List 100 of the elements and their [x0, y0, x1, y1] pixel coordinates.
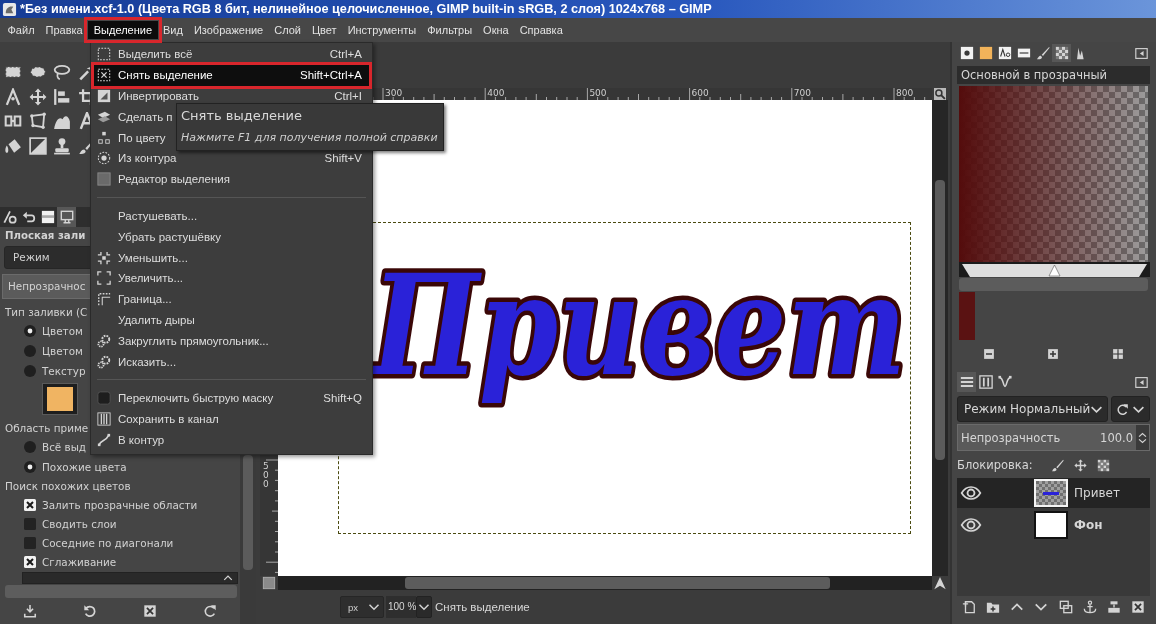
color-swatch-icon[interactable] — [959, 292, 975, 340]
scrollbar-thumb[interactable] — [243, 455, 253, 570]
corner-icon — [97, 292, 111, 307]
configure-icon[interactable] — [1135, 375, 1148, 389]
pattern-button[interactable] — [42, 383, 78, 415]
gradient-stops[interactable] — [959, 262, 1150, 277]
undo-icon — [21, 210, 36, 224]
bucket-fill-icon[interactable] — [4, 136, 22, 155]
zoom-dropdown[interactable] — [416, 596, 432, 618]
paintbrush-icon[interactable] — [1050, 458, 1064, 472]
save-icon[interactable] — [23, 604, 37, 618]
scrollbar-thumb[interactable] — [405, 577, 830, 589]
menu-bar-item[interactable]: Правка — [40, 21, 89, 39]
menu-bar-item[interactable]: Слой — [268, 21, 307, 39]
menu-item[interactable]: Редактор выделения — [93, 168, 238, 190]
menu-bar-item[interactable]: Файл — [2, 21, 41, 39]
reset-icon[interactable] — [83, 604, 97, 618]
corners-icon — [97, 271, 111, 286]
menu-bar-item[interactable]: Инструменты — [342, 21, 422, 39]
stamp-icon[interactable] — [53, 136, 71, 155]
radio-button[interactable] — [24, 325, 36, 337]
zoom-field[interactable]: 100 % — [386, 596, 416, 618]
radio-button[interactable] — [24, 461, 36, 473]
option-label: Текстур — [42, 365, 86, 377]
opacity-field[interactable]: Непрозрачность 100.0 — [957, 424, 1150, 451]
new-group-icon[interactable] — [986, 600, 1001, 614]
quick-mask-icon[interactable] — [262, 576, 276, 590]
duplicate-icon[interactable] — [1058, 600, 1073, 614]
checkbox[interactable] — [24, 498, 36, 511]
anchor-icon[interactable] — [1082, 600, 1097, 614]
radio-button[interactable] — [24, 345, 36, 357]
zoom-icon[interactable] — [933, 88, 947, 100]
minus-icon[interactable] — [983, 347, 996, 360]
grid-icon[interactable] — [1111, 347, 1124, 360]
merge-icon[interactable] — [1106, 600, 1121, 614]
menu-item[interactable]: Выделить всё Ctrl+A — [93, 44, 370, 65]
move-icon[interactable] — [1073, 458, 1087, 472]
pen-tool-icon[interactable] — [4, 87, 22, 106]
transform-icon[interactable] — [4, 112, 22, 130]
menu-bar-item[interactable]: Цвет — [306, 21, 343, 39]
status-message: Снять выделение — [435, 601, 530, 613]
shortcut-label: Ctrl+A — [329, 48, 362, 61]
align-icon[interactable] — [53, 87, 71, 106]
gradient-icon[interactable] — [28, 136, 47, 155]
layer-row[interactable]: Привет — [957, 478, 1150, 508]
lasso-icon[interactable] — [53, 63, 71, 81]
menu-item[interactable]: Граница... — [93, 288, 180, 310]
unit-dropdown[interactable]: px — [340, 596, 384, 618]
document-icon — [1016, 46, 1031, 60]
radio-button[interactable] — [24, 365, 36, 377]
shortcut-label: Shift+Ctrl+A — [300, 69, 362, 82]
layer-row[interactable]: Фон — [957, 510, 1150, 540]
move-icon[interactable] — [28, 87, 47, 106]
menu-item[interactable]: По цвету — [93, 127, 174, 148]
font-icon — [997, 46, 1012, 60]
horizontal-scrollbar[interactable] — [278, 576, 932, 590]
menu-bar-item[interactable]: Окна — [477, 21, 515, 39]
delete-icon[interactable] — [143, 604, 157, 618]
new-layer-icon[interactable] — [962, 600, 977, 614]
scrollbar[interactable] — [5, 585, 237, 598]
vertical-scrollbar[interactable] — [932, 100, 948, 576]
dock-tab[interactable] — [976, 372, 995, 392]
menu-item[interactable]: Снять выделение Shift+Ctrl+A — [93, 64, 370, 86]
plus-icon[interactable] — [1047, 347, 1060, 360]
dots-icon — [97, 130, 111, 145]
spin-field[interactable] — [22, 572, 238, 584]
cage-icon[interactable] — [28, 112, 47, 130]
menu-bar-item[interactable]: Изображение — [188, 21, 269, 39]
menu-item[interactable]: Удалить дыры — [93, 309, 203, 331]
menu-item[interactable]: Закруглить прямоугольник... — [93, 330, 277, 352]
rect-select-icon[interactable] — [4, 63, 22, 81]
chevron-up-icon[interactable] — [222, 573, 234, 583]
delete-icon[interactable] — [1130, 600, 1145, 614]
checkbox[interactable] — [24, 517, 36, 530]
scrollbar-thumb[interactable] — [935, 180, 945, 460]
mode-dropdown[interactable]: Режим Нормальный — [957, 396, 1109, 422]
scrollbar[interactable] — [959, 278, 1148, 291]
radio-button[interactable] — [24, 441, 36, 453]
gears-icon — [97, 354, 111, 369]
restore-icon[interactable] — [203, 604, 217, 618]
ruler-label: 700 — [793, 88, 811, 98]
menu-item[interactable]: В контур — [93, 429, 173, 451]
menu-item[interactable]: Исказить... — [93, 351, 185, 372]
checkbox[interactable] — [24, 555, 36, 568]
composite-dropdown[interactable] — [1111, 396, 1150, 422]
menu-bar-item[interactable]: Вид — [157, 21, 189, 39]
menu-item[interactable]: Уменьшить... — [93, 247, 196, 268]
eye-icon[interactable] — [960, 485, 982, 501]
checkbox[interactable] — [24, 536, 36, 549]
menu-bar-item[interactable]: Справка — [514, 21, 569, 39]
eye-icon[interactable] — [960, 517, 982, 533]
menu-bar-item[interactable]: Фильтры — [421, 21, 478, 39]
checkerboard-icon[interactable] — [1096, 458, 1110, 472]
window-title: *Без имени.xcf-1.0 (Цвета RGB 8 бит, нелинейное целочисленное, GIMP built-in sRGB, 2 слоя) 1024x768 – GIMP — [20, 2, 712, 16]
menu-item[interactable]: Сохранить в канал — [93, 408, 227, 430]
menu-item[interactable]: Убрать растушёвку — [93, 226, 229, 248]
configure-icon[interactable] — [1135, 46, 1148, 60]
option-label: Соседние по диагонали — [42, 536, 174, 549]
split-square-icon — [97, 89, 111, 103]
menu-item[interactable]: Увеличить... — [93, 267, 192, 289]
